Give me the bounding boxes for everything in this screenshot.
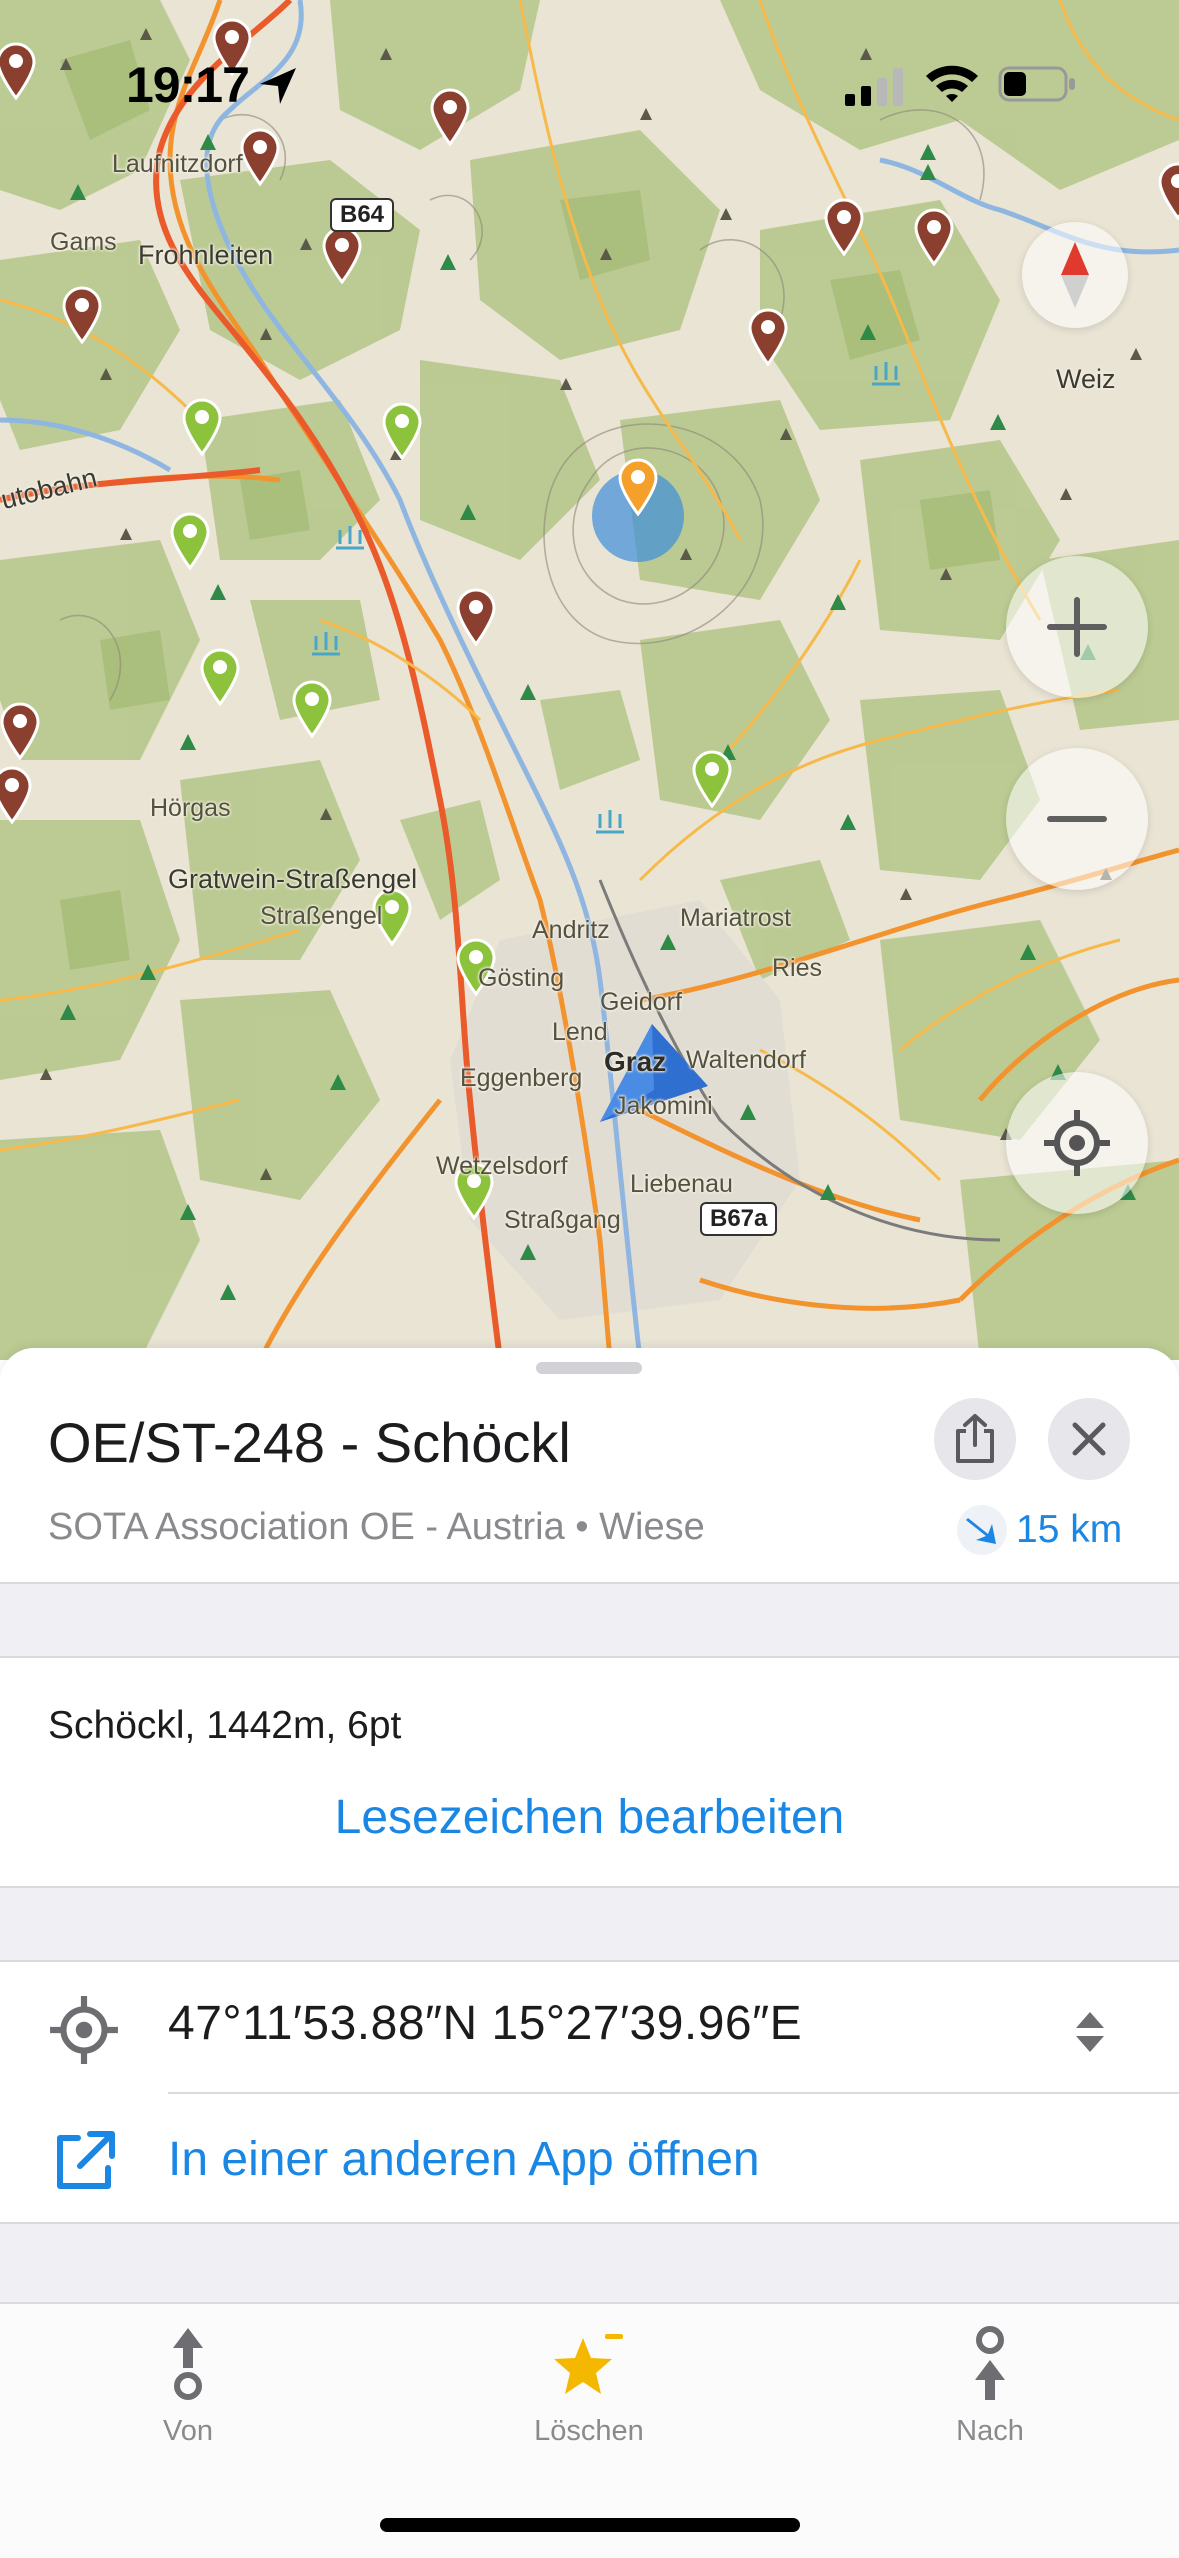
poi-subtitle: SOTA Association OE - Austria • Wiese [48, 1506, 705, 1548]
summit-pin-icon[interactable] [454, 586, 498, 646]
crosshair-icon [50, 1996, 118, 2064]
section-divider [0, 2222, 1179, 2304]
summit-pin-icon[interactable] [1156, 160, 1179, 220]
activated-summit-pin-icon[interactable] [180, 396, 224, 456]
poi-description: Schöckl, 1442m, 6pt [48, 1704, 402, 1747]
bookmark-star-icon [554, 2334, 623, 2394]
route-to-label: Nach [956, 2415, 1024, 2447]
activated-summit-pin-icon[interactable] [168, 510, 212, 570]
route-to-button[interactable]: Nach [890, 2324, 1090, 2448]
external-link-icon [57, 2131, 115, 2189]
map-label: Waltendorf [686, 1046, 806, 1074]
coordinates-value: 47°11′53.88″N 15°27′39.96″E [168, 1997, 803, 2050]
route-from-button[interactable]: Von [88, 2324, 288, 2448]
map-label: Liebenau [630, 1170, 733, 1198]
direction-arrow-icon [957, 1505, 1007, 1555]
summit-pin-icon[interactable] [746, 306, 790, 366]
map-label: Eggenberg [460, 1064, 583, 1092]
map-label: Mariatrost [680, 904, 792, 932]
map-label: Geidorf [600, 988, 682, 1016]
format-toggle-chevron-icon[interactable] [1072, 2010, 1108, 2054]
battery-icon [998, 66, 1075, 102]
map-label: Lend [552, 1018, 608, 1046]
activated-summit-pin-icon[interactable] [198, 646, 242, 706]
road-shield-b67a: B67a [700, 1202, 778, 1236]
summit-pin-icon[interactable] [0, 764, 34, 824]
sheet-grabber[interactable] [536, 1362, 642, 1374]
map-label: Straßgang [504, 1206, 621, 1234]
section-divider [0, 1886, 1179, 1962]
plus-icon [1047, 597, 1107, 657]
location-arrow-icon [260, 68, 296, 104]
cellular-signal-icon [845, 68, 903, 106]
map-label: Straßengel [260, 902, 383, 930]
compass-icon [1061, 242, 1089, 308]
map-label: Gams [50, 228, 117, 256]
route-to-icon [975, 2326, 1005, 2400]
map-label: Andritz [532, 916, 610, 944]
route-from-icon [173, 2328, 203, 2400]
map-label: Laufnitzdorf [112, 150, 243, 178]
map-label: Graz [604, 1046, 667, 1077]
delete-bookmark-button[interactable]: Löschen [489, 2324, 689, 2448]
share-button[interactable] [934, 1398, 1016, 1480]
activated-summit-pin-icon[interactable] [290, 678, 334, 738]
compass-button[interactable] [1022, 222, 1128, 328]
coordinates-row[interactable]: 47°11′53.88″N 15°27′39.96″E [0, 1956, 1179, 2086]
status-bar: 19:17 [0, 0, 1179, 150]
open-in-other-app-row[interactable]: In einer anderen App öffnen [0, 2096, 1179, 2224]
open-in-other-app-label: In einer anderen App öffnen [168, 2133, 760, 2186]
edit-bookmark-link[interactable]: Lesezeichen bearbeiten [0, 1790, 1179, 1845]
selected-summit-pin-icon[interactable] [616, 456, 660, 516]
crosshair-icon [1044, 1110, 1110, 1176]
delete-bookmark-label: Löschen [534, 2415, 644, 2447]
summit-pin-icon[interactable] [0, 700, 42, 760]
close-button[interactable] [1048, 1398, 1130, 1480]
road-shield-b64: B64 [330, 198, 395, 232]
row-divider [168, 2092, 1179, 2094]
activated-summit-pin-icon[interactable] [380, 400, 424, 460]
minus-icon [1047, 816, 1107, 822]
zoom-out-button[interactable] [1006, 748, 1148, 890]
map-label: Gratwein-Straßengel [168, 864, 418, 894]
map-label: Ries [772, 954, 823, 982]
route-from-label: Von [163, 2415, 213, 2447]
map-label: Frohnleiten [138, 240, 274, 270]
distance-indicator: 15 km [956, 1504, 1122, 1556]
distance-label: 15 km [1016, 1508, 1123, 1551]
wifi-icon [926, 65, 978, 102]
map-label: Gösting [478, 964, 565, 992]
map-label: Jakomini [614, 1092, 713, 1120]
summit-pin-icon[interactable] [822, 196, 866, 256]
map-label: Wetzelsdorf [436, 1152, 568, 1180]
summit-pin-icon[interactable] [60, 284, 104, 344]
map-canvas [0, 0, 1179, 1360]
map-label: Hörgas [150, 794, 231, 822]
poi-title: OE/ST-248 - Schöckl [48, 1411, 571, 1474]
summit-pin-icon[interactable] [912, 206, 956, 266]
status-time: 19:17 [126, 57, 250, 113]
map-view[interactable]: Laufnitzdorf Gams Frohnleiten Weiz utoba… [0, 0, 1179, 1360]
share-icon [956, 1414, 994, 1463]
zoom-in-button[interactable] [1006, 556, 1148, 698]
my-location-button[interactable] [1006, 1072, 1148, 1214]
map-label: Weiz [1056, 364, 1116, 394]
section-divider [0, 1582, 1179, 1658]
activated-summit-pin-icon[interactable] [690, 748, 734, 808]
close-icon [1072, 1422, 1106, 1456]
home-indicator[interactable] [380, 2518, 800, 2532]
summit-pin-icon[interactable] [320, 224, 364, 284]
